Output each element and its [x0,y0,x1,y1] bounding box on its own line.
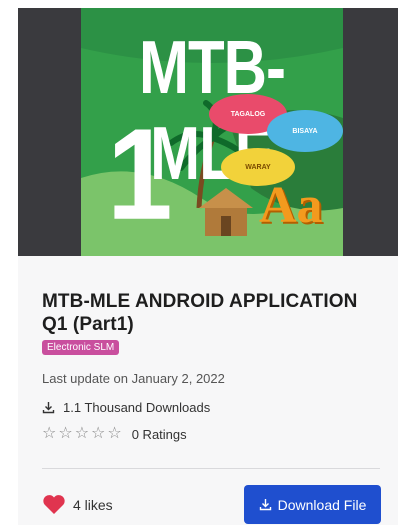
cover-letters-art: Aa [259,177,323,234]
download-icon [259,498,272,511]
star-outline-icon[interactable]: ☆ [75,426,89,442]
cover-artwork: MTB-MLE 1 TAGALOG BISAYA WARAY Aa [81,8,343,256]
resource-info: MTB-MLE ANDROID APPLICATION Q1 (Part1) E… [42,290,382,442]
ratings-count: 0 Ratings [131,426,187,442]
star-outline-icon[interactable]: ☆ [42,426,56,442]
star-outline-icon[interactable]: ☆ [58,426,72,442]
category-badge[interactable]: Electronic SLM [42,340,120,355]
resource-title: MTB-MLE ANDROID APPLICATION Q1 (Part1) [42,291,358,335]
likes-button[interactable]: 4 likes [42,494,113,515]
last-update-text: Last update on January 2, 2022 [42,371,225,386]
download-file-label: Download File [277,496,367,513]
resource-card: MTB-MLE 1 TAGALOG BISAYA WARAY Aa MTB-ML… [18,8,398,525]
language-label: WARAY [245,163,271,171]
language-label: TAGALOG [230,110,266,118]
star-outline-icon[interactable]: ☆ [107,426,121,442]
download-file-button[interactable]: Download File [244,485,381,524]
ratings-row: ☆ ☆ ☆ ☆ ☆ 0 Ratings [42,426,382,442]
divider [42,468,380,469]
rating-stars[interactable]: ☆ ☆ ☆ ☆ ☆ [42,426,122,442]
likes-count: 4 likes [73,496,113,513]
star-outline-icon[interactable]: ☆ [91,426,105,442]
cover-image[interactable]: MTB-MLE 1 TAGALOG BISAYA WARAY Aa [18,8,398,256]
download-icon [42,401,55,414]
cover-number-art: 1 [107,102,173,248]
downloads-row: 1.1 Thousand Downloads [42,400,382,415]
language-label: BISAYA [292,127,318,135]
language-bubble-blue: BISAYA [267,110,343,152]
downloads-count: 1.1 Thousand Downloads [63,400,211,415]
heart-icon[interactable] [42,494,66,515]
